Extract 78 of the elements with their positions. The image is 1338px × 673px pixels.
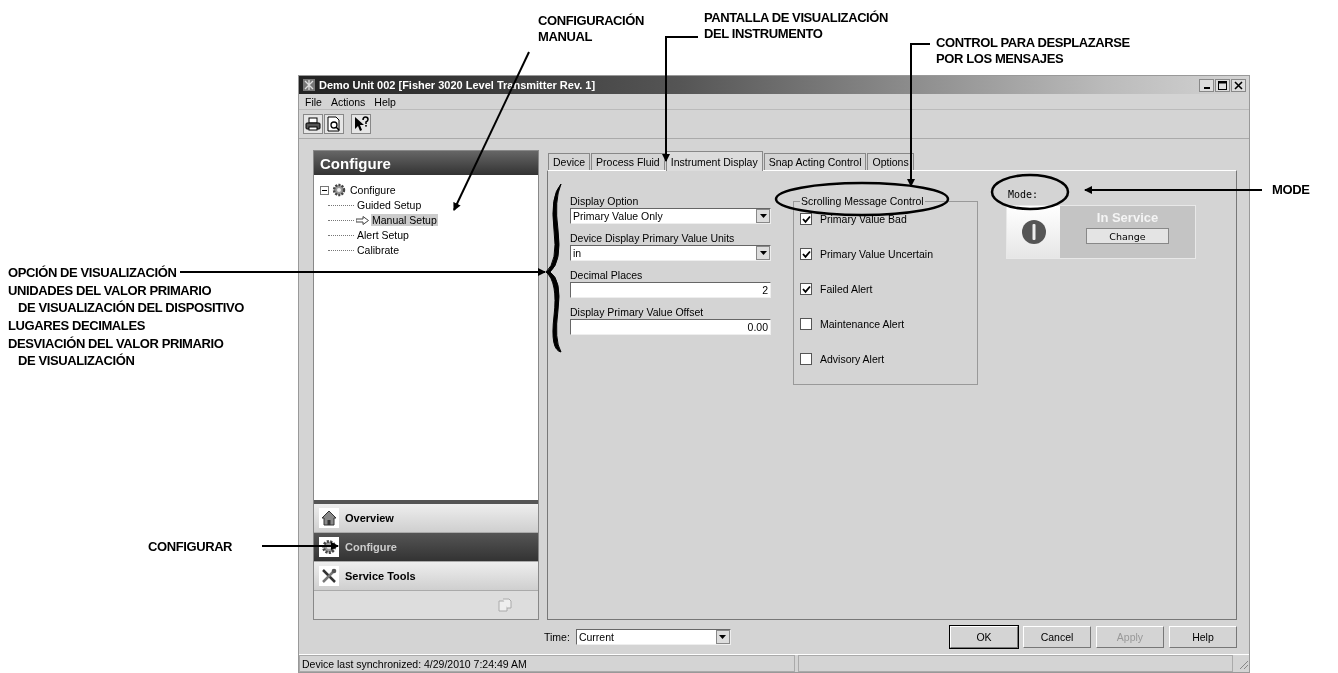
checkbox[interactable]: [800, 318, 812, 330]
tools-icon: [321, 568, 337, 584]
callout-label: PANTALLA DE VISUALIZACIÓN DEL INSTRUMENTO: [704, 10, 889, 42]
group-title: Scrolling Message Control: [800, 195, 925, 207]
field-label: Display Primary Value Offset: [570, 306, 705, 318]
status-icon: [1020, 219, 1047, 245]
maximize-button[interactable]: [1215, 78, 1230, 92]
tree-item[interactable]: Manual Setup: [371, 214, 438, 226]
pointer-question-icon: [353, 116, 369, 132]
checkbox-label: Primary Value Uncertain: [820, 248, 933, 260]
menu-item[interactable]: Help: [374, 95, 396, 108]
app-icon: [302, 78, 316, 92]
checkbox-label: Maintenance Alert: [820, 318, 905, 330]
checkbox-label: Failed Alert: [820, 283, 873, 295]
tab[interactable]: Device: [548, 153, 591, 170]
dropdown[interactable]: Primary Value Only: [570, 208, 771, 224]
arrow-icon: [356, 215, 369, 225]
checkbox-label: Advisory Alert: [820, 353, 885, 365]
gear-icon: [332, 183, 346, 197]
callout-label: CONFIGURAR: [148, 539, 233, 555]
mode-label: Mode:: [1007, 189, 1040, 200]
maximize-icon: [1218, 80, 1227, 90]
nav-button[interactable]: Configure: [314, 533, 538, 562]
field-label: Decimal Places: [570, 269, 644, 281]
page-magnifier-icon: [326, 116, 342, 132]
gear-icon: [321, 539, 337, 555]
house-icon: [321, 510, 337, 526]
checkbox[interactable]: [800, 248, 812, 260]
window-title: Demo Unit 002 [Fisher 3020 Level Transmitter Rev. 1]: [319, 79, 596, 91]
tree-item[interactable]: Alert Setup: [356, 229, 410, 241]
preview-button[interactable]: [324, 114, 344, 134]
callout-label: UNIDADES DEL VALOR PRIMARIO DE VISUALIZACIÓN DEL DISPOSITIVO: [8, 282, 245, 316]
tree-item[interactable]: Calibrate: [356, 244, 401, 256]
splitter-handle[interactable]: [314, 500, 538, 504]
dialog-button[interactable]: Cancel: [1023, 626, 1091, 648]
printer-icon: [305, 116, 321, 132]
dialog-button[interactable]: Help: [1169, 626, 1237, 648]
checkbox[interactable]: [800, 283, 812, 295]
callout-label: MODE: [1272, 182, 1310, 198]
minimize-icon: [1203, 87, 1210, 89]
collapse-icon[interactable]: [320, 185, 329, 195]
tab[interactable]: Snap Acting Control: [763, 153, 867, 170]
dropdown-arrow-icon: [719, 635, 727, 639]
callout-label: CONTROL PARA DESPLAZARSE POR LOS MENSAJES: [936, 35, 1130, 67]
menu-item[interactable]: Actions: [330, 95, 366, 108]
callout-label: LUGARES DECIMALES: [8, 317, 146, 334]
panel-title: Configure: [320, 154, 391, 172]
dialog-button[interactable]: OK: [950, 626, 1018, 648]
checkbox[interactable]: [800, 213, 812, 225]
tab[interactable]: Options: [867, 153, 914, 170]
dropdown-arrow-icon: [759, 251, 767, 255]
status-text: Device last synchronized: 4/29/2010 7:24:49 AM: [299, 655, 795, 672]
tab[interactable]: Process Fluid: [591, 153, 665, 170]
callout-label: OPCIÓN DE VISUALIZACIÓN: [8, 264, 178, 281]
tree-item[interactable]: Guided Setup: [356, 199, 423, 211]
dropdown[interactable]: in: [570, 245, 771, 261]
field-label: Device Display Primary Value Units: [570, 232, 736, 244]
checkbox-label: Primary Value Bad: [820, 213, 907, 225]
close-icon: [1234, 80, 1243, 90]
callout-label: CONFIGURACIÓN MANUAL: [538, 13, 645, 45]
help-pointer-button[interactable]: [351, 114, 371, 134]
input-field[interactable]: 2: [570, 282, 771, 298]
callout-label: DESVIACIÓN DEL VALOR PRIMARIO DE VISUALIZACIÓN: [8, 335, 225, 369]
change-button[interactable]: Change: [1086, 228, 1169, 244]
checkbox[interactable]: [800, 353, 812, 365]
time-label: Time:: [544, 631, 570, 643]
minimize-button[interactable]: [1199, 78, 1214, 92]
print-button[interactable]: [303, 114, 323, 134]
close-button[interactable]: [1231, 78, 1246, 92]
tree-item[interactable]: Configure: [349, 184, 397, 196]
field-label: Display Option: [570, 195, 640, 207]
menu-item[interactable]: File: [305, 95, 322, 108]
time-dropdown[interactable]: Current: [575, 629, 731, 645]
input-field[interactable]: 0.00: [570, 319, 771, 335]
nav-button[interactable]: Overview: [314, 504, 538, 533]
dropdown-arrow-icon: [759, 214, 767, 218]
nav-button[interactable]: Service Tools: [314, 562, 538, 591]
tab[interactable]: Instrument Display: [665, 151, 763, 171]
